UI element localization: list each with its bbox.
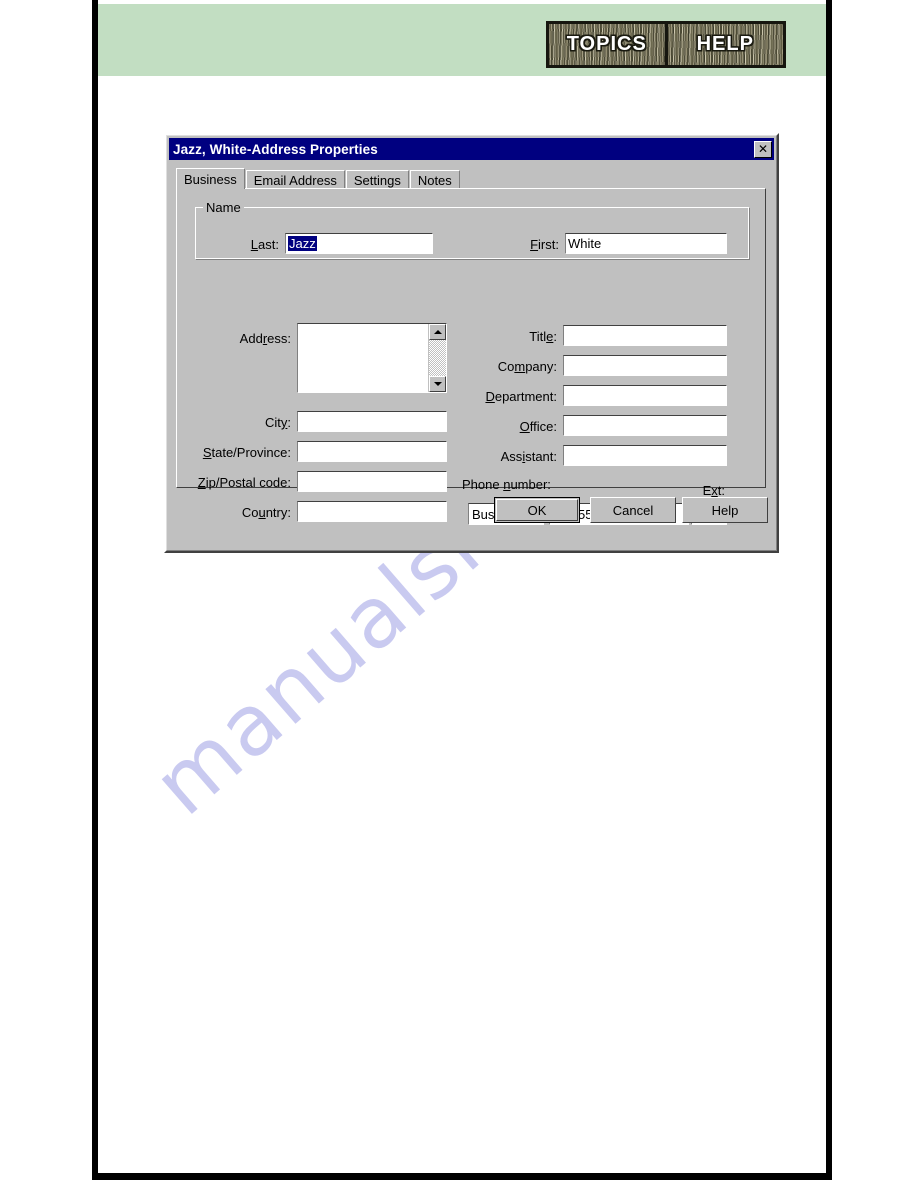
- dialog-button-row: OK Cancel Help: [166, 497, 777, 527]
- address-label: Address:: [239, 331, 291, 346]
- topics-button-label: TOPICS: [566, 33, 647, 55]
- company-input[interactable]: [563, 355, 727, 376]
- office-label: Office:: [519, 419, 557, 434]
- help-button[interactable]: HELP: [664, 24, 784, 65]
- help-dialog-button-label: Help: [711, 502, 739, 518]
- dialog-titlebar[interactable]: Jazz, White-Address Properties ✕: [169, 138, 774, 160]
- first-name-label: First:: [530, 237, 559, 252]
- last-name-label: Last:: [250, 237, 279, 252]
- company-label: Company:: [497, 359, 557, 374]
- phone-number-label: Phone number:: [462, 477, 551, 492]
- dialog-title: Jazz, White-Address Properties: [173, 141, 378, 157]
- ext-label: Ext:: [702, 483, 725, 498]
- business-tab-page: Name Last: Jazz First: White Address: Ci…: [176, 188, 766, 525]
- close-glyph: ✕: [757, 142, 769, 156]
- tabstrip: Business Email Address Settings Notes: [176, 168, 767, 189]
- tab-notes[interactable]: Notes: [409, 170, 460, 189]
- address-textarea[interactable]: [297, 323, 447, 393]
- ok-button[interactable]: OK: [494, 497, 580, 523]
- tab-settings-label: Settings: [353, 172, 401, 188]
- address-properties-dialog: Jazz, White-Address Properties ✕ Busines…: [164, 133, 779, 553]
- tab-notes-label: Notes: [417, 172, 452, 188]
- ok-button-label: OK: [527, 502, 547, 518]
- scroll-down-icon[interactable]: [429, 376, 446, 392]
- state-province-input[interactable]: [297, 441, 447, 462]
- tab-settings[interactable]: Settings: [345, 170, 409, 189]
- cancel-button[interactable]: Cancel: [590, 497, 676, 523]
- help-dialog-button[interactable]: Help: [682, 497, 768, 523]
- department-input[interactable]: [563, 385, 727, 406]
- first-name-input[interactable]: White: [565, 233, 727, 254]
- first-name-value: White: [568, 236, 602, 251]
- nav-button-group: TOPICS HELP: [546, 21, 786, 68]
- office-input[interactable]: [563, 415, 727, 436]
- close-icon[interactable]: ✕: [754, 140, 772, 158]
- help-button-label: HELP: [696, 33, 754, 55]
- scroll-up-icon[interactable]: [429, 324, 446, 340]
- last-name-value: Jazz: [288, 236, 317, 251]
- tab-business-label: Business: [184, 171, 237, 187]
- title-label: Title:: [529, 329, 557, 344]
- department-label: Department:: [485, 389, 557, 404]
- title-input[interactable]: [563, 325, 727, 346]
- tab-email-address[interactable]: Email Address: [245, 170, 345, 189]
- assistant-label: Assistant:: [500, 449, 557, 464]
- state-province-label: State/Province:: [202, 445, 291, 460]
- city-label: City:: [264, 415, 291, 430]
- address-scrollbar[interactable]: [428, 324, 446, 392]
- zip-postal-code-input[interactable]: [297, 471, 447, 492]
- zip-postal-code-label: Zip/Postal code:: [197, 475, 291, 490]
- assistant-input[interactable]: [563, 445, 727, 466]
- name-groupbox-legend: Name: [203, 200, 244, 215]
- tab-business[interactable]: Business: [176, 168, 245, 189]
- topics-button[interactable]: TOPICS: [549, 24, 665, 65]
- cancel-button-label: Cancel: [612, 502, 654, 518]
- last-name-input[interactable]: Jazz: [285, 233, 433, 254]
- city-input[interactable]: [297, 411, 447, 432]
- tab-email-address-label: Email Address: [253, 172, 337, 188]
